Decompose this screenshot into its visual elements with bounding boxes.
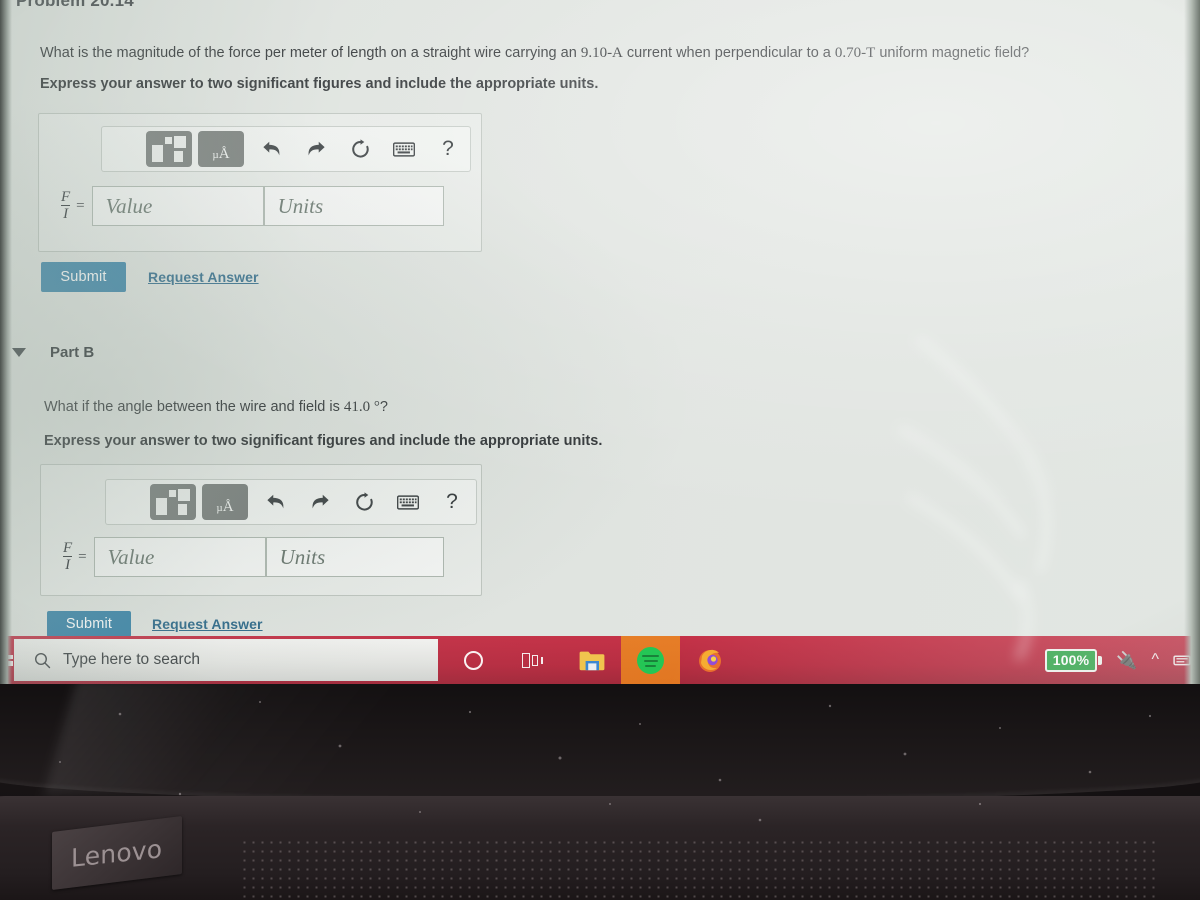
fraction-numerator: F [63, 539, 73, 556]
show-hidden-icons-chevron[interactable]: ^ [1151, 651, 1159, 669]
cortana-icon[interactable] [444, 636, 503, 684]
bezel-reflection [43, 684, 497, 796]
part-a-equation-row: F I = Value Units [61, 186, 444, 226]
undo-arrow-icon[interactable] [254, 482, 298, 522]
part-a-answer-box: µÅ ? F I = Value Units [38, 113, 482, 252]
help-button[interactable]: ? [430, 482, 474, 522]
units-glyph: µÅ [212, 145, 230, 162]
windows-logo-glyph [1, 654, 13, 666]
equals-sign: = [78, 548, 87, 565]
part-a-fraction: F I [61, 188, 71, 223]
masteringphysics-page: Problem 20.14 What is the magnitude of t… [0, 0, 1200, 640]
redo-arrow-icon[interactable] [294, 129, 338, 169]
file-explorer-glyph [579, 651, 604, 670]
page-title: Problem 20.14 [16, 0, 134, 10]
cortana-ring-glyph [464, 650, 483, 670]
reset-circular-arrow-icon[interactable] [342, 482, 386, 522]
spotify-icon[interactable] [621, 636, 680, 684]
value-placeholder: Value [107, 544, 155, 569]
brand-label: Lenovo [71, 833, 163, 873]
redo-arrow-icon[interactable] [298, 482, 342, 522]
math-template-icon[interactable] [146, 131, 192, 167]
part-a-submit-button[interactable]: Submit [41, 262, 126, 292]
equals-sign: = [76, 197, 85, 214]
battery-tip [1098, 655, 1103, 665]
spotify-glyph [637, 646, 664, 674]
units-mu-angstrom-icon[interactable]: µÅ [198, 131, 244, 167]
search-icon [34, 652, 51, 668]
keyboard-icon[interactable] [382, 129, 426, 169]
battery-full-icon[interactable]: 100% [1044, 648, 1103, 672]
search-placeholder: Type here to search [63, 651, 200, 668]
reset-circular-arrow-icon[interactable] [338, 129, 382, 169]
part-b-request-answer-link[interactable]: Request Answer [152, 616, 263, 632]
fraction-numerator: F [61, 188, 71, 205]
math-template-icon[interactable] [150, 484, 196, 520]
taskbar-items [444, 636, 739, 684]
fraction-denominator: I [63, 556, 73, 573]
part-b-question: What if the angle between the wire and f… [44, 399, 388, 415]
windows-start-icon[interactable] [0, 638, 14, 682]
search-input[interactable]: Type here to search [14, 639, 438, 681]
firefox-glyph [698, 649, 721, 672]
firefox-icon[interactable] [680, 636, 739, 684]
laptop-screen: Problem 20.14 What is the magnitude of t… [0, 0, 1200, 684]
laptop-photo: Problem 20.14 What is the magnitude of t… [0, 0, 1200, 900]
part-b-answer-box: µÅ ? F I = Value Units [40, 464, 482, 596]
part-b-units-input[interactable]: Units [265, 537, 444, 577]
battery-percent-label: 100% [1044, 648, 1098, 672]
file-explorer-icon[interactable] [562, 636, 621, 684]
tray-icon[interactable] [1173, 653, 1192, 667]
laptop-body: Lenovo [0, 684, 1200, 900]
help-button[interactable]: ? [426, 129, 470, 169]
part-a-request-answer-link[interactable]: Request Answer [148, 269, 259, 285]
part-a-instruction: Express your answer to two significant f… [40, 76, 599, 92]
part-b-angle-value: 41.0 ° [343, 399, 380, 415]
part-a-current-value: 9.10-A [580, 45, 623, 61]
part-b-fraction: F I [63, 539, 73, 574]
part-b-toolbar: µÅ ? [105, 479, 477, 525]
part-b-equation-row: F I = Value Units [63, 537, 444, 577]
task-view-icon[interactable] [503, 636, 562, 684]
units-placeholder: Units [277, 193, 324, 218]
part-a-toolbar: µÅ ? [101, 126, 471, 172]
units-placeholder: Units [279, 544, 326, 569]
chevron-down-icon[interactable] [12, 348, 26, 357]
units-glyph: µÅ [216, 498, 234, 515]
part-a-field-value: 0.70-T [834, 45, 876, 61]
part-b-header[interactable]: Part B [12, 344, 94, 361]
fraction-denominator: I [61, 205, 71, 222]
part-b-submit-button[interactable]: Submit [47, 611, 131, 637]
part-b-instruction: Express your answer to two significant f… [44, 433, 603, 449]
math-template-glyph [152, 136, 186, 162]
task-view-glyph [521, 652, 544, 669]
keyboard-icon[interactable] [386, 482, 430, 522]
system-tray: 100% 🔌 ^ [1044, 636, 1200, 684]
windows-taskbar: Type here to search 100% 🔌 ^ [0, 636, 1200, 684]
undo-arrow-icon[interactable] [250, 129, 294, 169]
part-a-value-input[interactable]: Value [91, 186, 264, 226]
math-template-glyph [156, 489, 190, 515]
part-b-label: Part B [50, 344, 95, 361]
speaker-grille [240, 838, 1160, 900]
part-b-value-input[interactable]: Value [93, 537, 266, 577]
units-mu-angstrom-icon[interactable]: µÅ [202, 484, 248, 520]
part-a-units-input[interactable]: Units [263, 186, 444, 226]
value-placeholder: Value [105, 193, 153, 218]
part-a-question: What is the magnitude of the force per m… [40, 45, 1030, 61]
power-plug-icon[interactable]: 🔌 [1116, 652, 1137, 669]
